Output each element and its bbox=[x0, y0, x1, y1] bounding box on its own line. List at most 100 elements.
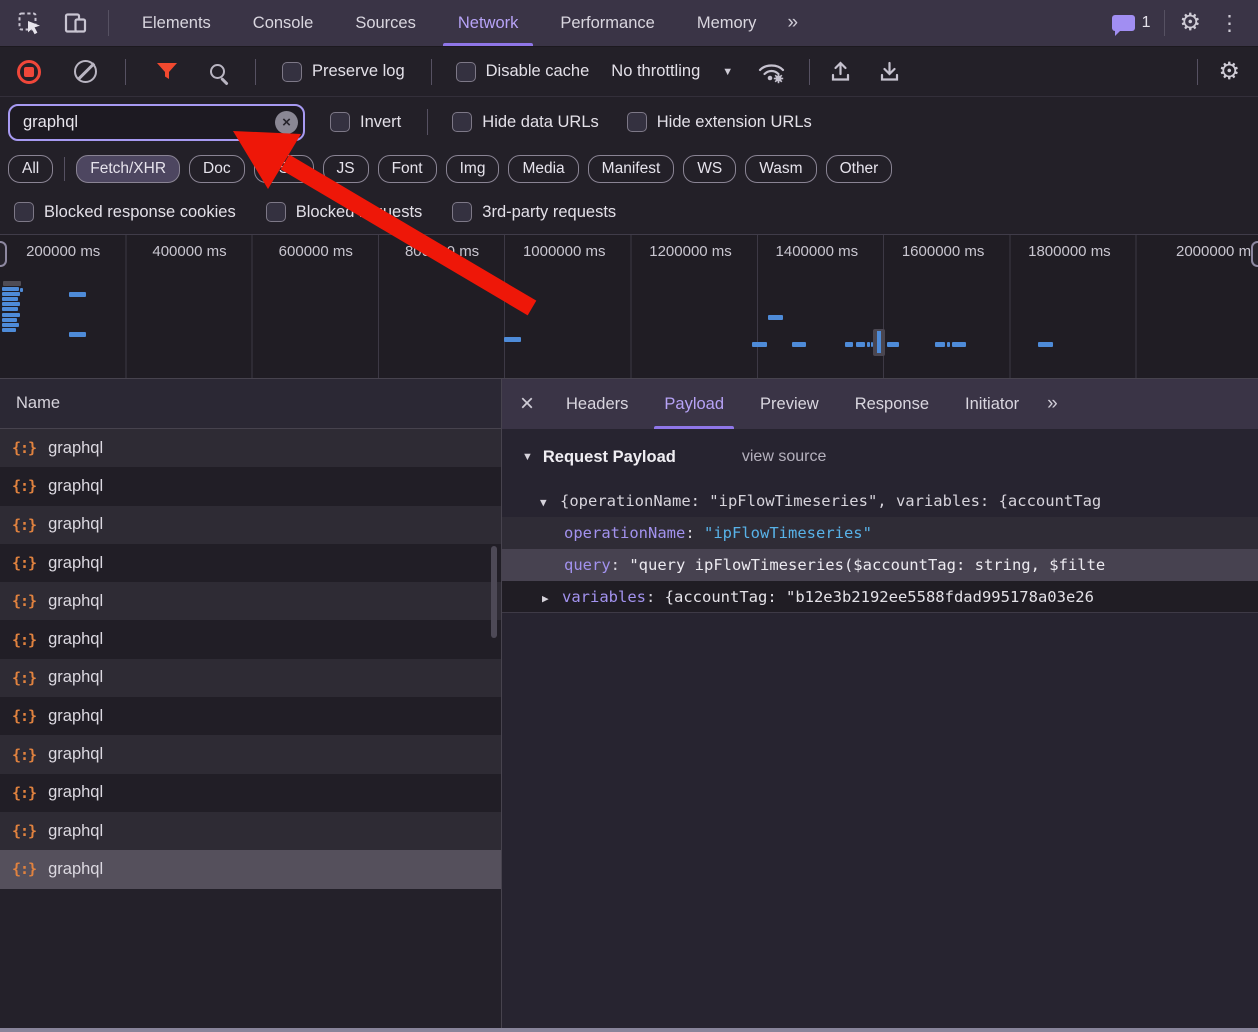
network-filter-row: × Invert Hide data URLs Hide extension U… bbox=[0, 97, 1258, 147]
details-tab-headers[interactable]: Headers bbox=[548, 379, 646, 429]
tab-console[interactable]: Console bbox=[232, 0, 335, 46]
request-name: graphql bbox=[48, 783, 103, 802]
json-braces-icon: {:} bbox=[12, 439, 36, 457]
search-icon[interactable] bbox=[210, 64, 225, 79]
request-row[interactable]: {:} graphql bbox=[0, 697, 501, 735]
request-row[interactable]: {:} graphql bbox=[0, 582, 501, 620]
tab-elements[interactable]: Elements bbox=[121, 0, 232, 46]
timeline-bar bbox=[947, 342, 950, 347]
request-row[interactable]: {:}graphql bbox=[0, 429, 501, 467]
details-tab-initiator[interactable]: Initiator bbox=[947, 379, 1037, 429]
3rd-party-requests-checkbox[interactable]: 3rd-party requests bbox=[452, 202, 616, 222]
request-row[interactable]: {:}graphql bbox=[0, 467, 501, 505]
hide-extension-urls-label: Hide extension URLs bbox=[657, 113, 812, 132]
chip-wasm[interactable]: Wasm bbox=[745, 155, 816, 183]
filter-toggle-icon[interactable] bbox=[156, 62, 178, 82]
filter-input[interactable] bbox=[8, 104, 305, 141]
chip-other[interactable]: Other bbox=[826, 155, 893, 183]
inspect-element-icon[interactable] bbox=[14, 8, 44, 38]
timeline-tick: 1000000 ms bbox=[500, 243, 606, 260]
preserve-log-label: Preserve log bbox=[312, 62, 405, 81]
close-details-icon[interactable]: × bbox=[502, 379, 548, 429]
clear-filter-icon[interactable]: × bbox=[275, 111, 298, 134]
json-braces-icon: {:} bbox=[12, 477, 36, 495]
preserve-log-checkbox[interactable]: Preserve log bbox=[282, 62, 405, 82]
invert-checkbox[interactable]: Invert bbox=[330, 112, 401, 132]
view-source-link[interactable]: view source bbox=[742, 448, 826, 466]
details-more-tabs-icon[interactable]: » bbox=[1037, 379, 1066, 429]
payload-query-row[interactable]: query: "query ipFlowTimeseries($accountT… bbox=[502, 549, 1258, 581]
chip-fetch-xhr[interactable]: Fetch/XHR bbox=[76, 155, 180, 183]
request-payload-section-header[interactable]: ▼ Request Payload view source bbox=[502, 429, 1258, 485]
record-network-log-button[interactable] bbox=[17, 60, 41, 84]
timeline-bar bbox=[867, 342, 870, 347]
request-name: graphql bbox=[48, 592, 103, 611]
chip-media[interactable]: Media bbox=[508, 155, 578, 183]
chevron-down-icon: ▼ bbox=[722, 66, 733, 78]
request-row[interactable]: {:}graphql bbox=[0, 659, 501, 697]
chip-css[interactable]: CSS bbox=[254, 155, 314, 183]
request-row[interactable]: {:}graphql bbox=[0, 544, 501, 582]
network-conditions-icon[interactable] bbox=[757, 60, 787, 84]
scrollbar-thumb[interactable] bbox=[491, 546, 497, 638]
name-column-header[interactable]: Name bbox=[0, 379, 501, 429]
request-name: graphql bbox=[48, 860, 103, 879]
timeline-selected-marker bbox=[873, 329, 885, 356]
json-braces-icon: {:} bbox=[12, 707, 36, 725]
request-row[interactable]: {:}graphql bbox=[0, 774, 501, 812]
request-name: graphql bbox=[48, 668, 103, 687]
tab-sources[interactable]: Sources bbox=[334, 0, 437, 46]
overview-left-handle[interactable] bbox=[0, 241, 7, 267]
request-name: graphql bbox=[48, 707, 103, 726]
device-toolbar-icon[interactable] bbox=[60, 8, 90, 38]
more-tabs-icon[interactable]: » bbox=[777, 12, 806, 34]
settings-gear-icon[interactable]: ⚙ bbox=[1179, 11, 1201, 35]
chip-img[interactable]: Img bbox=[446, 155, 500, 183]
details-tab-preview[interactable]: Preview bbox=[742, 379, 837, 429]
json-braces-icon: {:} bbox=[12, 592, 36, 610]
divider bbox=[427, 109, 428, 135]
request-row[interactable]: {:}graphql bbox=[0, 620, 501, 658]
request-row[interactable]: {:}graphql bbox=[0, 506, 501, 544]
tab-performance[interactable]: Performance bbox=[539, 0, 675, 46]
payload-operation-name-row[interactable]: operationName: "ipFlowTimeseries" bbox=[502, 517, 1258, 549]
request-row[interactable]: {:}graphql bbox=[0, 812, 501, 850]
checkbox bbox=[330, 112, 350, 132]
chip-font[interactable]: Font bbox=[378, 155, 437, 183]
payload-variables-row[interactable]: ▶variables: {accountTag: "b12e3b2192ee55… bbox=[502, 581, 1258, 613]
triangle-down-icon[interactable]: ▼ bbox=[540, 487, 560, 517]
blocked-response-cookies-checkbox[interactable]: Blocked response cookies bbox=[14, 202, 236, 222]
timeline-bar bbox=[2, 328, 16, 332]
hide-data-urls-checkbox[interactable]: Hide data URLs bbox=[452, 112, 598, 132]
overview-right-handle[interactable] bbox=[1251, 241, 1258, 267]
network-overview-timeline[interactable]: 200000 ms400000 ms600000 ms800000 ms1000… bbox=[0, 234, 1258, 379]
timeline-bar bbox=[792, 342, 806, 347]
network-settings-gear-icon[interactable]: ⚙ bbox=[1218, 60, 1240, 84]
import-har-icon[interactable] bbox=[828, 60, 853, 84]
timeline-tick: 1400000 ms bbox=[752, 243, 858, 260]
request-row[interactable]: {:}graphql bbox=[0, 850, 501, 888]
chip-all[interactable]: All bbox=[8, 155, 53, 183]
issues-count: 1 bbox=[1142, 14, 1151, 32]
details-tab-response[interactable]: Response bbox=[837, 379, 947, 429]
chip-manifest[interactable]: Manifest bbox=[588, 155, 675, 183]
request-list-panel: Name {:} graphql {:} graphql {:} graphql {:} gr… bbox=[0, 379, 501, 1028]
triangle-right-icon[interactable]: ▶ bbox=[542, 583, 562, 613]
kebab-menu-icon[interactable]: ⋮ bbox=[1215, 13, 1244, 34]
chip-js[interactable]: JS bbox=[323, 155, 369, 183]
timeline-tick: 200000 ms bbox=[0, 243, 100, 260]
chip-ws[interactable]: WS bbox=[683, 155, 736, 183]
request-row[interactable]: {:}graphql bbox=[0, 735, 501, 773]
tab-network[interactable]: Network bbox=[437, 0, 540, 46]
issues-indicator[interactable]: 1 bbox=[1112, 14, 1151, 32]
throttling-dropdown[interactable]: No throttling ▼ bbox=[611, 62, 733, 81]
hide-extension-urls-checkbox[interactable]: Hide extension URLs bbox=[627, 112, 812, 132]
export-har-icon[interactable] bbox=[877, 60, 902, 84]
blocked-requests-checkbox[interactable]: Blocked requests bbox=[266, 202, 423, 222]
tab-memory[interactable]: Memory bbox=[676, 0, 778, 46]
chip-doc[interactable]: Doc bbox=[189, 155, 245, 183]
disable-cache-checkbox[interactable]: Disable cache bbox=[456, 62, 590, 82]
details-tab-payload[interactable]: Payload bbox=[646, 379, 742, 429]
payload-root-row[interactable]: ▼{operationName: "ipFlowTimeseries", var… bbox=[502, 485, 1258, 517]
clear-network-log-button[interactable] bbox=[74, 60, 97, 83]
